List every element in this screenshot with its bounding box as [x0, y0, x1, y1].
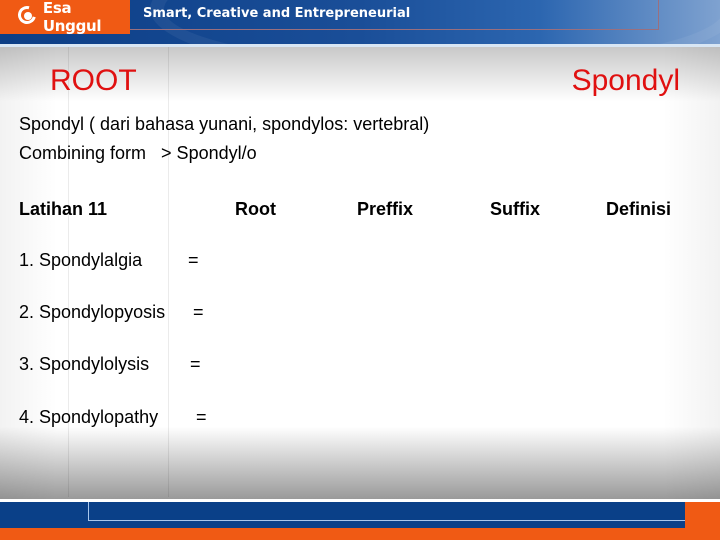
- footer-orange-accent: [685, 502, 720, 528]
- tagline: Smart, Creative and Entrepreneurial: [143, 6, 411, 21]
- header-latihan: Latihan 11: [19, 199, 108, 219]
- exercise-answer-equals: =: [188, 250, 199, 270]
- slide-title-root: ROOT: [50, 64, 137, 97]
- exercise-answer-equals: =: [193, 302, 204, 322]
- exercise-item: 2. Spondylopyosis: [19, 302, 166, 322]
- header-root: Root: [235, 199, 276, 219]
- exercise-answer-equals: =: [190, 354, 201, 374]
- exercise-item: 3. Spondylolysis: [19, 354, 150, 374]
- definition-line: Spondyl ( dari bahasa yunani, spondylos:…: [19, 114, 430, 134]
- exercise-answer-equals: =: [196, 407, 207, 427]
- footer-frame-line: [88, 502, 720, 521]
- esa-unggul-logo-icon: [14, 2, 40, 28]
- slide-title-term: Spondyl: [571, 64, 680, 97]
- header-prefix: Preffix: [357, 199, 414, 219]
- logo-text: UNIVERSITAS Esa Unggul: [43, 0, 130, 35]
- exercise-item: 1. Spondylalgia: [19, 250, 143, 270]
- header-definisi: Definisi: [606, 199, 672, 219]
- footer-orange-band: [0, 528, 720, 540]
- logo-name: Esa Unggul: [42, 0, 102, 35]
- logo: UNIVERSITAS Esa Unggul: [0, 0, 130, 35]
- header-suffix: Suffix: [490, 199, 541, 219]
- combining-form-line: Combining form > Spondyl/o: [19, 143, 257, 163]
- exercise-item: 4. Spondylopathy: [19, 407, 159, 427]
- header-banner: UNIVERSITAS Esa Unggul Smart, Creative a…: [0, 0, 720, 44]
